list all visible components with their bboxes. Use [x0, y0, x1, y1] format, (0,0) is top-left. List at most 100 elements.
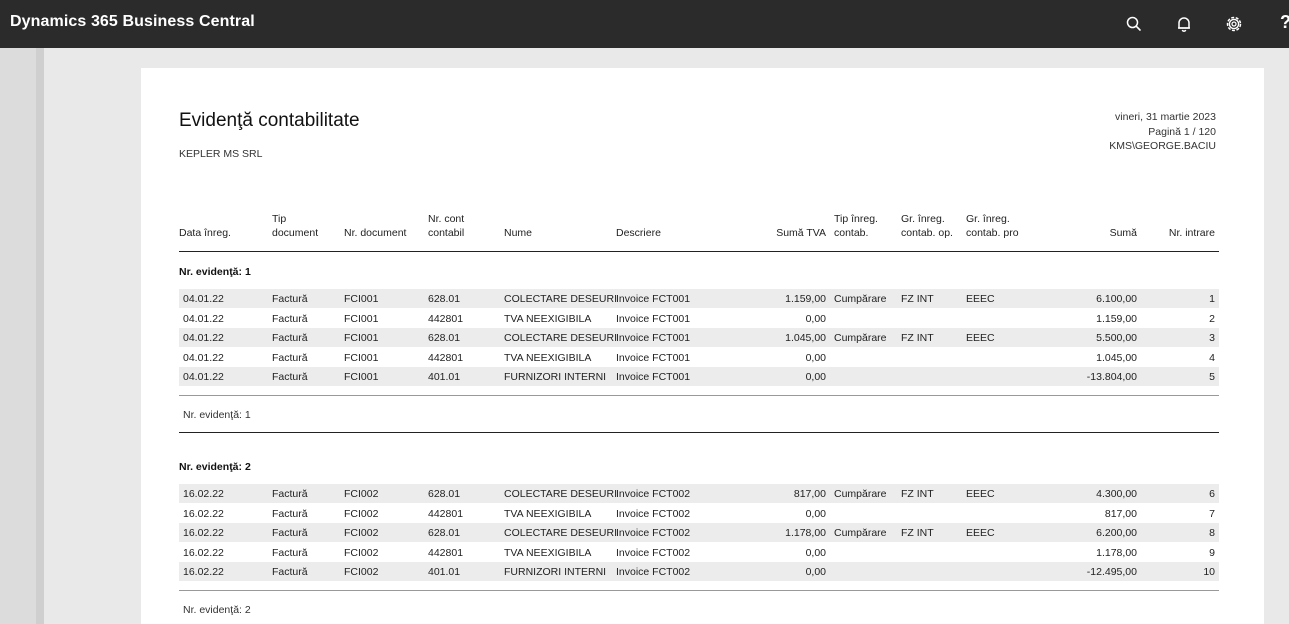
cell-desc: Invoice FCT002 — [616, 527, 691, 539]
cell-entry: 8 — [1209, 527, 1215, 539]
report-title: Evidenţă contabilitate — [179, 110, 360, 131]
cell-doc: FCI001 — [344, 351, 379, 364]
cell-ptype: Cumpărare — [834, 488, 887, 500]
col-doc-type-line1: Tip — [272, 213, 287, 225]
cell-entry: 6 — [1209, 488, 1215, 500]
table-row: 16.02.22 Factură FCI002 628.01 COLECTARE DES… — [179, 523, 1219, 542]
cell-name: COLECTARE DESEURI — [504, 488, 617, 500]
cell-ptype: Cumpărare — [834, 527, 887, 539]
cell-acct: 401.01 — [428, 371, 461, 383]
cell-bus: FZ INT — [901, 332, 934, 344]
cell-amount: 1.159,00 — [1096, 312, 1137, 325]
cell-vat: 1.159,00 — [785, 293, 826, 305]
cell-entry: 5 — [1209, 371, 1215, 383]
cell-type: Factură — [272, 293, 308, 305]
cell-name: FURNIZORI INTERNI — [504, 371, 607, 383]
cell-name: TVA NEEXIGIBILA — [504, 546, 592, 559]
top-bar: Dynamics 365 Business Central ? — [0, 0, 1289, 48]
left-panel — [0, 48, 36, 624]
cell-bus: FZ INT — [901, 527, 934, 539]
report-date: vineri, 31 martie 2023 — [1115, 111, 1216, 123]
cell-date: 16.02.22 — [183, 566, 224, 578]
help-icon[interactable]: ? — [1280, 12, 1289, 33]
table-row: 16.02.22 Factură FCI002 442801 TVA NEEXIGIBI… — [179, 504, 1219, 523]
cell-prod: EEEC — [966, 488, 995, 500]
cell-entry: 1 — [1209, 293, 1215, 305]
col-vat-amount: Sumă TVA — [776, 227, 826, 239]
app-title[interactable]: Dynamics 365 Business Central — [10, 13, 255, 31]
table-row: 16.02.22 Factură FCI002 401.01 FURNIZORI INT… — [179, 562, 1219, 581]
col-description: Descriere — [616, 227, 661, 239]
col-bus-group-line1: Gr. înreg. — [901, 213, 945, 225]
cell-name: TVA NEEXIGIBILA — [504, 312, 592, 325]
cell-entry: 3 — [1209, 332, 1215, 344]
cell-vat: 1.045,00 — [785, 332, 826, 344]
cell-acct: 628.01 — [428, 293, 461, 305]
cell-prod: EEEC — [966, 527, 995, 539]
cell-entry: 4 — [1209, 351, 1215, 364]
cell-type: Factură — [272, 332, 308, 344]
cell-desc: Invoice FCT001 — [616, 312, 691, 325]
cell-bus: FZ INT — [901, 488, 934, 500]
col-account-line2: contabil — [428, 227, 465, 239]
cell-acct: 628.01 — [428, 488, 461, 500]
cell-entry: 10 — [1203, 566, 1215, 578]
cell-desc: Invoice FCT001 — [616, 332, 691, 344]
cell-amount: -12.495,00 — [1086, 566, 1137, 578]
cell-doc: FCI002 — [344, 507, 379, 520]
cell-date: 16.02.22 — [183, 488, 224, 500]
gear-icon[interactable] — [1224, 14, 1244, 34]
col-entry-no: Nr. intrare — [1168, 227, 1215, 239]
bell-icon[interactable] — [1174, 14, 1194, 34]
col-bus-group-line2: contab. op. — [901, 227, 953, 239]
cell-doc: FCI002 — [344, 546, 379, 559]
group-end-divider — [179, 432, 1219, 433]
cell-doc: FCI001 — [344, 293, 379, 305]
cell-desc: Invoice FCT001 — [616, 351, 691, 364]
group-footer: Nr. evidenţă: 2 — [183, 604, 251, 616]
cell-vat: 0,00 — [805, 371, 826, 383]
cell-amount: 1.178,00 — [1096, 546, 1137, 559]
cell-amount: 6.200,00 — [1096, 527, 1137, 539]
cell-entry: 7 — [1209, 507, 1215, 520]
cell-vat: 0,00 — [805, 546, 826, 559]
cell-type: Factură — [272, 488, 308, 500]
cell-acct: 401.01 — [428, 566, 461, 578]
cell-type: Factură — [272, 527, 308, 539]
cell-date: 04.01.22 — [183, 332, 224, 344]
cell-name: TVA NEEXIGIBILA — [504, 507, 592, 520]
cell-acct: 628.01 — [428, 527, 461, 539]
col-doc-type-line2: document — [272, 227, 319, 239]
cell-type: Factură — [272, 566, 308, 578]
report-user: KMS\GEORGE.BACIU — [1109, 140, 1216, 152]
cell-amount: 5.500,00 — [1096, 332, 1137, 344]
table-row: 16.02.22 Factură FCI002 628.01 COLECTARE DES… — [179, 484, 1219, 503]
cell-desc: Invoice FCT002 — [616, 566, 691, 578]
col-account: Nr. cont contabil — [428, 212, 464, 240]
cell-type: Factură — [272, 546, 308, 559]
table-row: 04.01.22 Factură FCI001 401.01 FURNIZORI INT… — [179, 367, 1219, 386]
cell-date: 04.01.22 — [183, 312, 224, 325]
cell-vat: 0,00 — [805, 312, 826, 325]
cell-bus: FZ INT — [901, 293, 934, 305]
group-footer: Nr. evidenţă: 1 — [183, 409, 251, 421]
cell-acct: 442801 — [428, 546, 464, 559]
cell-date: 04.01.22 — [183, 293, 224, 305]
cell-vat: 0,00 — [805, 351, 826, 364]
cell-acct: 628.01 — [428, 332, 461, 344]
cell-amount: 4.300,00 — [1096, 488, 1137, 500]
table-row: 04.01.22 Factură FCI001 442801 TVA NEEXIGIBI… — [179, 348, 1219, 367]
col-account-line1: Nr. cont — [428, 213, 465, 225]
search-icon[interactable] — [1124, 14, 1144, 34]
table-row: 04.01.22 Factură FCI001 442801 TVA NEEXIGIBI… — [179, 309, 1219, 328]
cell-date: 04.01.22 — [183, 371, 224, 383]
cell-type: Factură — [272, 371, 308, 383]
cell-doc: FCI001 — [344, 332, 379, 344]
group-footer-divider — [179, 590, 1219, 591]
cell-entry: 9 — [1209, 546, 1215, 559]
cell-desc: Invoice FCT002 — [616, 488, 691, 500]
cell-amount: -13.804,00 — [1086, 371, 1137, 383]
cell-prod: EEEC — [966, 332, 995, 344]
cell-amount: 1.045,00 — [1096, 351, 1137, 364]
cell-amount: 817,00 — [1104, 507, 1137, 520]
